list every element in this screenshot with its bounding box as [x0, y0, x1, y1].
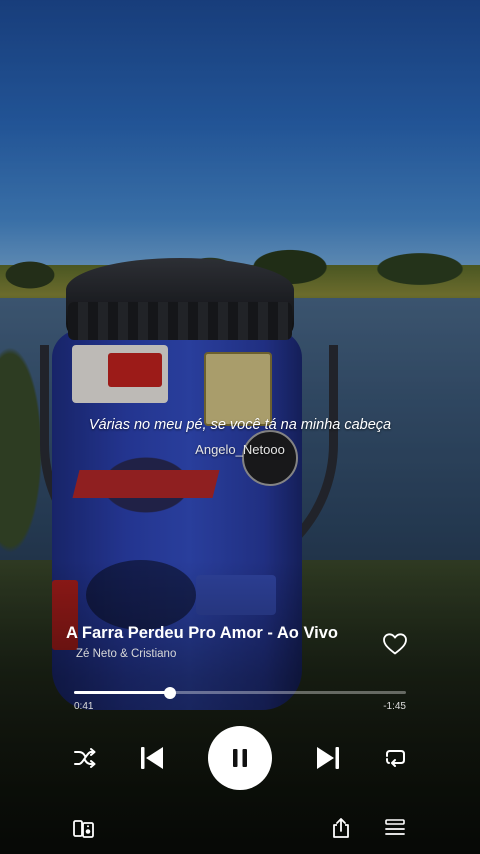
track-artist[interactable]: Zé Neto & Cristiano [76, 648, 176, 660]
share-icon [333, 818, 349, 838]
progress-thumb[interactable] [164, 686, 177, 699]
progress-bar[interactable] [74, 686, 406, 699]
track-title[interactable]: A Farra Perdeu Pro Amor - Ao Vivo [66, 624, 371, 643]
shuffle-icon [74, 748, 96, 768]
lyric-line: Várias no meu pé, se você tá na minha ca… [88, 417, 392, 433]
queue-icon [385, 819, 405, 835]
connect-device-icon [73, 820, 94, 838]
repeat-icon [386, 750, 405, 767]
shuffle-button[interactable] [72, 745, 98, 771]
next-button[interactable] [312, 742, 344, 774]
repeat-button[interactable] [382, 745, 408, 771]
queue-button[interactable] [384, 817, 406, 839]
bottom-shade [0, 560, 480, 854]
remaining-time: -1:45 [383, 701, 406, 712]
pause-button[interactable] [208, 726, 272, 790]
progress-fill [74, 691, 171, 694]
previous-button[interactable] [136, 742, 168, 774]
devices-button[interactable] [72, 817, 96, 841]
lyric-author: Angelo_Netooo [195, 442, 285, 457]
heart-icon[interactable] [382, 632, 408, 656]
skip-next-icon [317, 747, 339, 769]
share-button[interactable] [329, 816, 353, 840]
pause-icon [233, 749, 247, 767]
elapsed-time: 0:41 [74, 701, 94, 712]
skip-previous-icon [141, 747, 163, 769]
